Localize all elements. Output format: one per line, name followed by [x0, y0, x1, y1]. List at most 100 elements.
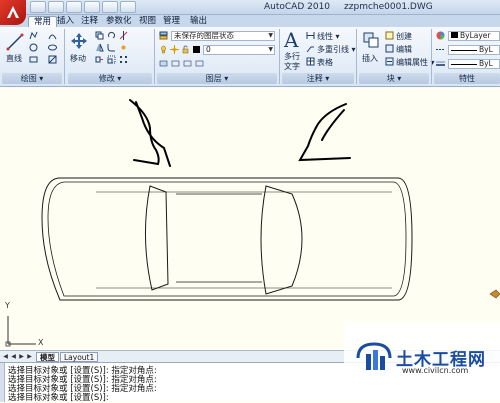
lineweight-preview: [451, 63, 477, 65]
panel-separator: [64, 29, 65, 84]
circle-icon[interactable]: [29, 43, 38, 52]
table-icon: [306, 57, 315, 66]
multiline-text-button-label[interactable]: 文字: [284, 61, 300, 72]
insert-block-button[interactable]: 插入: [362, 53, 378, 64]
panel-separator: [356, 29, 357, 84]
tab-annotate[interactable]: 注释: [76, 16, 103, 27]
line-icon: [6, 33, 24, 51]
edit-attributes-button[interactable]: 编辑属性 ▾: [396, 57, 435, 68]
layer-freeze-icon[interactable]: [170, 45, 179, 54]
ucs-icon: [5, 316, 36, 347]
layers-panel-title[interactable]: 图层 ▾: [157, 73, 277, 84]
explode-icon[interactable]: [119, 43, 128, 52]
ellipse-icon[interactable]: [48, 43, 57, 52]
annotation-panel-title[interactable]: 注释 ▾: [282, 73, 354, 84]
color-swatch: [451, 32, 458, 38]
table-button[interactable]: 表格: [317, 57, 333, 68]
file-name: zzpmche0001.DWG: [344, 2, 433, 12]
command-line-handle[interactable]: [0, 363, 5, 402]
mirror-icon[interactable]: [95, 43, 104, 52]
current-layer-value: 0: [206, 45, 211, 54]
linetype-icon: [436, 49, 445, 50]
edit-block-icon: [385, 44, 394, 53]
first-layout-icon[interactable]: ◀: [2, 353, 9, 361]
create-block-button[interactable]: 创建: [396, 31, 412, 42]
drawing-canvas[interactable]: Y X: [0, 88, 500, 350]
tab-view[interactable]: 视图: [134, 16, 161, 27]
panel-separator: [279, 29, 280, 84]
qat-redo-button[interactable]: [102, 1, 118, 13]
chevron-down-icon: ▼: [268, 46, 273, 53]
qat-open-button[interactable]: [48, 1, 64, 13]
application-menu-button[interactable]: [0, 0, 26, 25]
qat-save-button[interactable]: [66, 1, 82, 13]
insert-block-icon: [363, 32, 379, 48]
layer-properties-icon[interactable]: [159, 31, 168, 40]
command-prompt-line: 选择目标对象或 [设置(S)]:: [8, 393, 109, 403]
app-name: AutoCAD 2010: [264, 2, 331, 12]
chevron-down-icon: ▼: [268, 32, 273, 39]
block-panel-title[interactable]: 块 ▾: [359, 73, 429, 84]
arc-icon[interactable]: [48, 31, 57, 40]
trim-icon[interactable]: [119, 31, 128, 40]
layer-lock-icon[interactable]: [181, 45, 190, 54]
layer-tool-icon[interactable]: [159, 59, 168, 68]
watermark-url: www.civilcn.com: [402, 366, 469, 375]
rectangle-icon[interactable]: [29, 55, 38, 64]
layer-on-icon[interactable]: [159, 45, 168, 54]
layer-tool-icon[interactable]: [195, 59, 204, 68]
model-tab[interactable]: 模型: [36, 352, 59, 362]
last-layout-icon[interactable]: ▶: [26, 353, 33, 361]
hatch-icon[interactable]: [48, 55, 57, 64]
current-layer-dropdown[interactable]: 0 ▼: [203, 45, 275, 55]
multileader-icon: [306, 46, 314, 53]
stretch-icon[interactable]: [95, 55, 104, 64]
linetype-preview: [451, 49, 477, 51]
qat-undo-button[interactable]: [84, 1, 100, 13]
array-icon[interactable]: [119, 55, 128, 64]
layer-state-dropdown[interactable]: 未保存的图层状态 ▼: [171, 31, 275, 41]
modify-panel-title[interactable]: 修改 ▾: [68, 73, 152, 84]
qat-new-button[interactable]: [30, 1, 46, 13]
edit-block-button[interactable]: 编辑: [396, 44, 412, 55]
rotate-icon[interactable]: [107, 31, 116, 40]
linetype-dropdown[interactable]: ByL: [448, 45, 500, 55]
tab-manage[interactable]: 管理: [158, 16, 185, 27]
linear-dimension-button[interactable]: 线性 ▾: [317, 31, 340, 42]
prev-layout-icon[interactable]: ◀: [10, 353, 17, 361]
text-icon: A: [284, 28, 299, 52]
tab-parametric[interactable]: 参数化: [101, 16, 137, 27]
ribbon: 直线 绘图 ▾ 移动 修改 ▾ 未保存的图层状态 ▼ 0 ▼ 图层 ▾ A 多行 文…: [0, 27, 500, 87]
tab-insert[interactable]: 插入: [52, 16, 79, 27]
polyline-icon[interactable]: [29, 31, 38, 40]
layer-state-value: 未保存的图层状态: [174, 31, 234, 40]
tab-output[interactable]: 输出: [185, 16, 212, 27]
ribbon-tabs: 常用 插入 注释 参数化 视图 管理 输出: [0, 15, 500, 27]
fillet-icon[interactable]: [107, 43, 116, 52]
layout1-tab[interactable]: Layout1: [60, 352, 99, 362]
multileader-button[interactable]: 多重引线 ▾: [317, 44, 356, 55]
layer-tool-icon[interactable]: [183, 59, 192, 68]
scale-icon[interactable]: [107, 55, 116, 64]
linear-dimension-icon: [306, 32, 315, 39]
lineweight-icon: [436, 61, 445, 66]
create-block-icon: [385, 31, 394, 40]
qat-plot-button[interactable]: [120, 1, 136, 13]
autocad-logo-icon: [7, 6, 19, 18]
title-bar: AutoCAD 2010 zzpmche0001.DWG: [0, 0, 500, 15]
move-button[interactable]: 移动: [70, 53, 86, 64]
window-title: AutoCAD 2010 zzpmche0001.DWG: [264, 2, 433, 12]
edit-attributes-icon: [385, 57, 394, 66]
lineweight-value: ByL: [479, 59, 493, 68]
next-layout-icon[interactable]: ▶: [18, 353, 25, 361]
panel-separator: [431, 29, 432, 84]
properties-panel-title[interactable]: 特性: [434, 73, 500, 84]
quick-access-toolbar: [30, 1, 136, 13]
lineweight-dropdown[interactable]: ByL: [448, 59, 500, 69]
draw-panel-title[interactable]: 绘图 ▾: [2, 73, 62, 84]
line-button[interactable]: 直线: [6, 53, 22, 64]
color-dropdown[interactable]: ByLayer: [448, 31, 500, 41]
copy-icon[interactable]: [95, 31, 104, 40]
layer-color-icon[interactable]: [192, 45, 201, 54]
layer-tool-icon[interactable]: [171, 59, 180, 68]
